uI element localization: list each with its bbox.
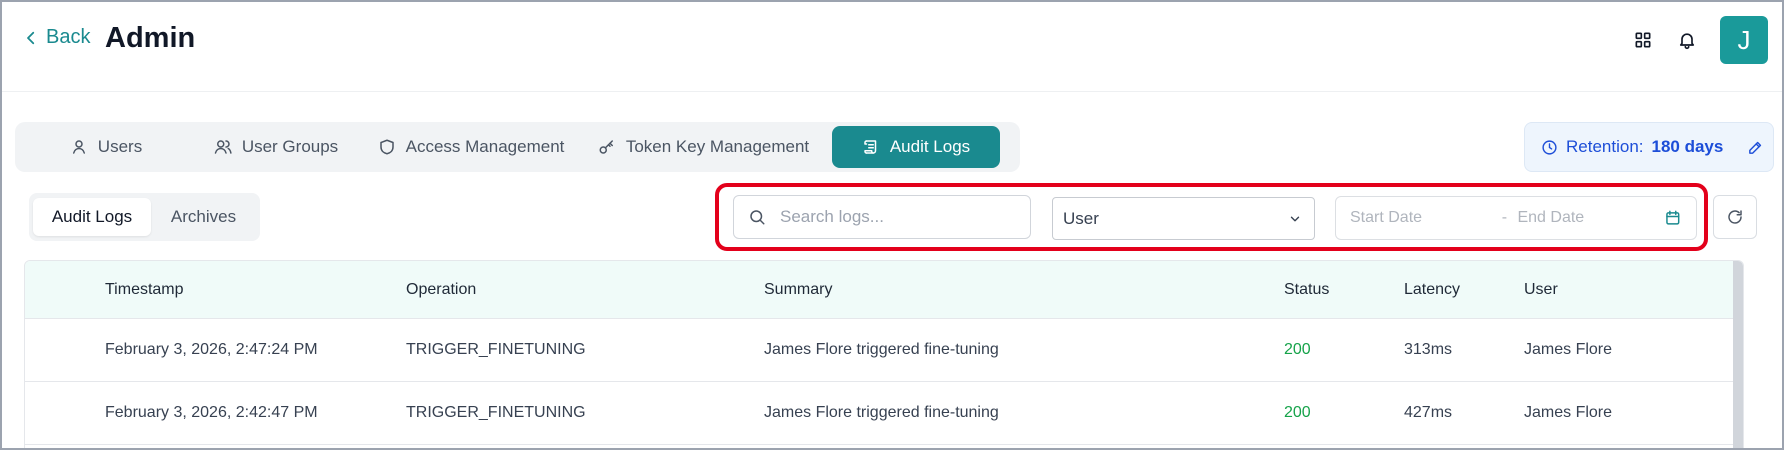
- search-input[interactable]: [780, 207, 1000, 227]
- retention-label: Retention:: [1566, 137, 1644, 156]
- column-header-user[interactable]: User: [1524, 281, 1724, 299]
- table-row[interactable]: February 3, 2026, 2:47:24 PM TRIGGER_FIN…: [25, 319, 1743, 382]
- back-label: Back: [46, 26, 91, 48]
- cell-status: 200: [1284, 341, 1311, 358]
- column-header-status[interactable]: Status: [1284, 281, 1404, 299]
- back-button[interactable]: Back: [22, 26, 90, 49]
- cell-operation: TRIGGER_FINETUNING: [406, 404, 586, 421]
- table-row[interactable]: February 3, 2026, 2:42:47 PM TRIGGER_FIN…: [25, 382, 1743, 445]
- refresh-button[interactable]: [1713, 195, 1757, 239]
- retention-value: 180 days: [1651, 137, 1724, 156]
- user-icon: [72, 140, 85, 154]
- start-date-input[interactable]: Start Date: [1350, 209, 1502, 227]
- bell-icon[interactable]: [1676, 29, 1698, 51]
- tab-audit-logs[interactable]: Audit Logs: [832, 126, 1000, 168]
- date-range-picker[interactable]: Start Date - End Date: [1335, 196, 1697, 240]
- chevron-left-icon: [27, 31, 35, 44]
- cell-status: 200: [1284, 404, 1311, 421]
- cell-user: James Flore: [1524, 341, 1613, 358]
- tab-token-key-management[interactable]: Token Key Management: [581, 126, 826, 168]
- search-icon: [750, 210, 765, 225]
- log-subtabs: Audit Logs Archives: [29, 193, 260, 241]
- page-title: Admin: [105, 22, 196, 54]
- column-header-latency[interactable]: Latency: [1404, 281, 1524, 299]
- retention-badge: Retention: 180 days: [1524, 122, 1774, 172]
- admin-tabs: Users User Groups Access Management Toke…: [15, 122, 1020, 172]
- tab-label: Token Key Management: [625, 137, 810, 156]
- scroll-icon: [864, 140, 877, 154]
- chevron-down-icon: [1290, 216, 1300, 221]
- cell-timestamp: February 3, 2026, 2:42:47 PM: [105, 404, 318, 421]
- tab-label: Access Management: [405, 137, 565, 156]
- table-scrollbar[interactable]: [1733, 261, 1743, 448]
- end-date-input[interactable]: End Date: [1517, 209, 1664, 227]
- cell-summary: James Flore triggered fine-tuning: [764, 341, 999, 358]
- tab-label: Audit Logs: [889, 137, 971, 156]
- cell-latency: 427ms: [1404, 404, 1453, 421]
- tab-label: User Groups: [241, 137, 339, 156]
- cell-user: James Flore: [1524, 404, 1613, 421]
- audit-log-table: Timestamp Operation Summary Status Laten…: [24, 260, 1744, 448]
- calendar-icon[interactable]: [1664, 209, 1682, 227]
- column-header-summary[interactable]: Summary: [764, 281, 1284, 299]
- tab-user-groups[interactable]: User Groups: [191, 126, 361, 168]
- tab-access-management[interactable]: Access Management: [361, 126, 581, 168]
- tab-label: Users: [97, 137, 143, 156]
- cell-timestamp: February 3, 2026, 2:47:24 PM: [105, 341, 318, 358]
- app-window: Back Admin J Users User Groups Access Ma…: [0, 0, 1784, 450]
- tab-users[interactable]: Users: [21, 126, 191, 168]
- key-icon: [599, 140, 613, 154]
- select-value: User: [1063, 208, 1099, 228]
- cell-operation: TRIGGER_FINETUNING: [406, 341, 586, 358]
- subtab-audit-logs[interactable]: Audit Logs: [33, 198, 151, 236]
- column-header-operation[interactable]: Operation: [406, 281, 764, 299]
- search-box[interactable]: [733, 195, 1031, 239]
- apps-grid-icon[interactable]: [1632, 29, 1654, 51]
- date-separator: -: [1501, 209, 1508, 226]
- cell-summary: James Flore triggered fine-tuning: [764, 404, 999, 421]
- users-icon: [214, 140, 232, 154]
- avatar[interactable]: J: [1720, 16, 1768, 64]
- header-actions: J: [1632, 16, 1768, 64]
- subtab-archives[interactable]: Archives: [151, 198, 256, 236]
- cell-latency: 313ms: [1404, 341, 1453, 358]
- refresh-icon: [1728, 210, 1742, 224]
- table-header: Timestamp Operation Summary Status Laten…: [25, 261, 1743, 319]
- clock-icon: [1542, 139, 1557, 155]
- user-filter-select[interactable]: User: [1052, 197, 1315, 240]
- pencil-icon[interactable]: [1747, 139, 1764, 156]
- header: Back Admin J: [2, 2, 1782, 92]
- shield-icon: [379, 139, 394, 155]
- column-header-timestamp[interactable]: Timestamp: [25, 281, 406, 299]
